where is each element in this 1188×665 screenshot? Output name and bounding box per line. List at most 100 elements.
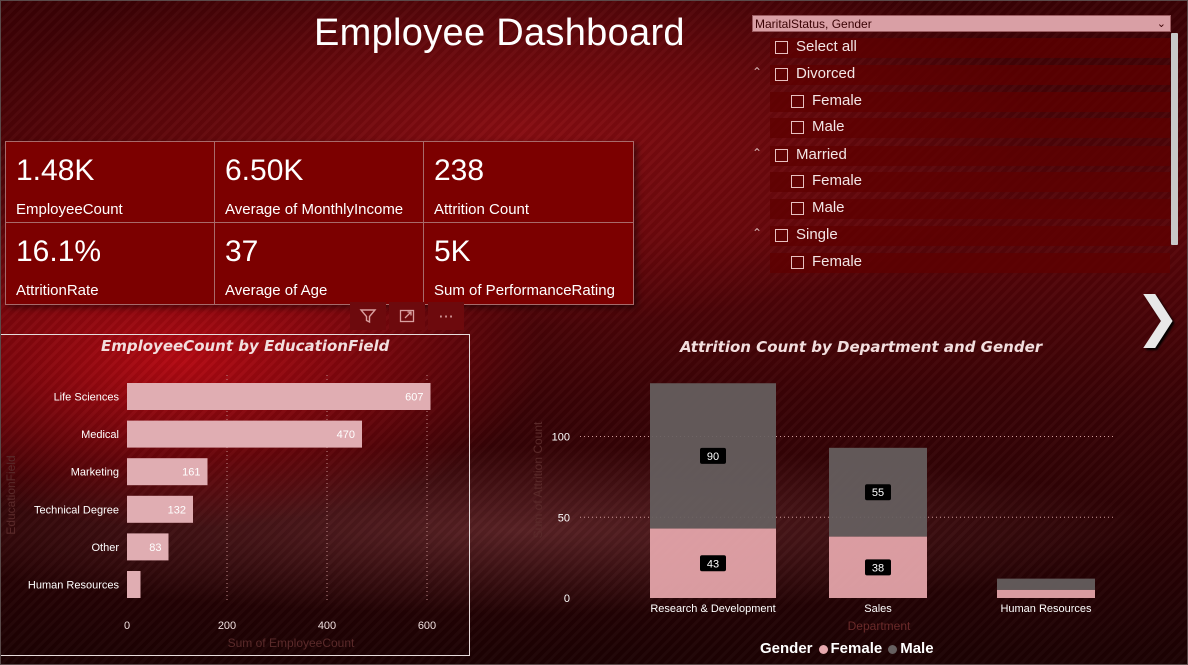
kpi-average-age[interactable]: 37 Average of Age xyxy=(215,223,423,303)
kpi-value: 5K xyxy=(434,235,471,268)
slicer-item-single[interactable]: ⌃ Single xyxy=(742,222,1174,248)
slicer-item-label: Select all xyxy=(796,38,857,55)
slicer-dropdown[interactable]: MaritalStatus, Gender ⌄ xyxy=(752,15,1171,32)
slicer-item-label: Female xyxy=(812,253,863,270)
kpi-employee-count[interactable]: 1.48K EmployeeCount xyxy=(6,142,214,222)
data-label: 161 xyxy=(182,467,200,479)
y-tick-label: Human Resources xyxy=(28,580,120,592)
x-axis-label: Sum of EmployeeCount xyxy=(228,636,355,650)
kpi-value: 1.48K xyxy=(16,154,95,187)
slicer-item-divorced[interactable]: ⌃ Divorced xyxy=(742,61,1174,87)
slicer-item-divorced-female[interactable]: Female xyxy=(742,88,1174,114)
focus-mode-icon[interactable] xyxy=(389,302,425,330)
slicer-scrollbar[interactable] xyxy=(1171,33,1178,245)
slicer-item-married-male[interactable]: Male xyxy=(742,195,1174,221)
attrition-department-svg: 0 50 100 90 43 Research & Development 55 38 Sale… xyxy=(531,383,1115,633)
kpi-label: Average of Age xyxy=(225,282,328,299)
slicer-item-label: Male xyxy=(812,199,845,216)
bar xyxy=(127,571,141,598)
slicer-header-label: MaritalStatus, Gender xyxy=(755,17,872,31)
kpi-label: Average of MonthlyIncome xyxy=(225,201,404,218)
kpi-performance-rating[interactable]: 5K Sum of PerformanceRating xyxy=(424,223,632,303)
kpi-value: 37 xyxy=(225,235,259,268)
kpi-label: Sum of PerformanceRating xyxy=(434,282,615,299)
slicer-item-divorced-male[interactable]: Male xyxy=(742,114,1174,140)
y-tick-label: 100 xyxy=(552,432,570,444)
bar-female xyxy=(997,589,1095,598)
slicer-item-label: Married xyxy=(796,146,847,163)
y-axis-label: EducationField xyxy=(4,455,18,534)
marital-status-gender-slicer: MaritalStatus, Gender ⌄ Select all ⌃ Div… xyxy=(742,14,1182,286)
chevron-up-icon[interactable]: ⌃ xyxy=(752,146,762,160)
kpi-grid: 1.48K EmployeeCount 6.50K Average of Mon… xyxy=(5,141,634,305)
x-tick-label: 200 xyxy=(218,620,236,632)
bar-male xyxy=(997,578,1095,590)
chevron-right-icon[interactable]: ❯ xyxy=(1135,285,1180,348)
bar xyxy=(127,420,362,448)
slicer-item-label: Male xyxy=(812,118,845,135)
visual-header: ··· xyxy=(350,302,464,330)
data-label: 83 xyxy=(149,542,161,554)
education-field-svg: 0 200 400 600 Life Sciences 607 Medical 470 Mark… xyxy=(4,375,436,650)
data-label: 90 xyxy=(707,451,719,463)
kpi-value: 6.50K xyxy=(225,154,304,187)
x-tick-label: 600 xyxy=(418,620,436,632)
legend-title: Gender xyxy=(760,640,813,657)
bar xyxy=(127,533,169,561)
y-tick-label: 0 xyxy=(564,593,570,605)
data-label: 470 xyxy=(337,429,355,441)
x-tick-label: Research & Development xyxy=(650,603,775,615)
y-tick-label: Other xyxy=(91,542,119,554)
data-label: 55 xyxy=(872,487,884,499)
checkbox-icon[interactable] xyxy=(791,256,804,269)
more-options-icon[interactable]: ··· xyxy=(428,302,464,330)
legend-item-female[interactable]: Female xyxy=(818,640,882,657)
kpi-value: 16.1% xyxy=(16,235,102,268)
x-tick-label: Sales xyxy=(864,603,892,615)
data-label: 132 xyxy=(168,504,186,516)
checkbox-icon[interactable] xyxy=(791,95,804,108)
y-tick-label: Life Sciences xyxy=(54,392,120,404)
slicer-item-label: Single xyxy=(796,226,838,243)
chevron-up-icon[interactable]: ⌃ xyxy=(752,226,762,240)
education-field-chart: EmployeeCount by EducationField 0 200 400 6… xyxy=(0,334,470,656)
kpi-attrition-rate[interactable]: 16.1% AttritionRate xyxy=(6,223,214,303)
checkbox-icon[interactable] xyxy=(775,41,788,54)
slicer-item-single-female[interactable]: Female xyxy=(742,249,1174,275)
filter-icon[interactable] xyxy=(350,302,386,330)
kpi-label: Attrition Count xyxy=(434,201,530,218)
kpi-average-monthly-income[interactable]: 6.50K Average of MonthlyIncome xyxy=(215,142,423,222)
kpi-value: 238 xyxy=(434,154,485,187)
chevron-down-icon: ⌄ xyxy=(1156,18,1166,30)
y-tick-label: Marketing xyxy=(71,467,119,479)
x-tick-label: Human Resources xyxy=(1000,603,1092,615)
slicer-item-select-all[interactable]: Select all xyxy=(742,34,1174,60)
x-tick-label: 400 xyxy=(318,620,336,632)
x-axis-label: Department xyxy=(848,619,911,633)
chevron-up-icon[interactable]: ⌃ xyxy=(752,65,762,79)
slicer-item-label: Divorced xyxy=(796,65,856,82)
page-title: Employee Dashboard xyxy=(314,12,685,54)
checkbox-icon[interactable] xyxy=(791,121,804,134)
data-label: 38 xyxy=(872,562,884,574)
y-tick-label: Technical Degree xyxy=(34,504,119,516)
checkbox-icon[interactable] xyxy=(791,175,804,188)
slicer-item-label: Female xyxy=(812,172,863,189)
checkbox-icon[interactable] xyxy=(775,68,788,81)
y-tick-label: Medical xyxy=(81,429,119,441)
checkbox-icon[interactable] xyxy=(775,149,788,162)
data-label: 43 xyxy=(707,558,719,570)
legend-item-male[interactable]: Male xyxy=(888,640,934,657)
y-axis-label: Sum of Attrition Count xyxy=(531,421,545,538)
checkbox-icon[interactable] xyxy=(775,229,788,242)
kpi-label: AttritionRate xyxy=(16,282,99,299)
slicer-item-married-female[interactable]: Female xyxy=(742,168,1174,194)
chart-legend: Gender Female Male xyxy=(760,640,934,657)
data-label: 607 xyxy=(405,392,423,404)
slicer-item-label: Female xyxy=(812,92,863,109)
y-tick-label: 50 xyxy=(558,512,570,524)
checkbox-icon[interactable] xyxy=(791,202,804,215)
slicer-item-married[interactable]: ⌃ Married xyxy=(742,142,1174,168)
kpi-attrition-count[interactable]: 238 Attrition Count xyxy=(424,142,632,222)
bar xyxy=(127,383,431,410)
